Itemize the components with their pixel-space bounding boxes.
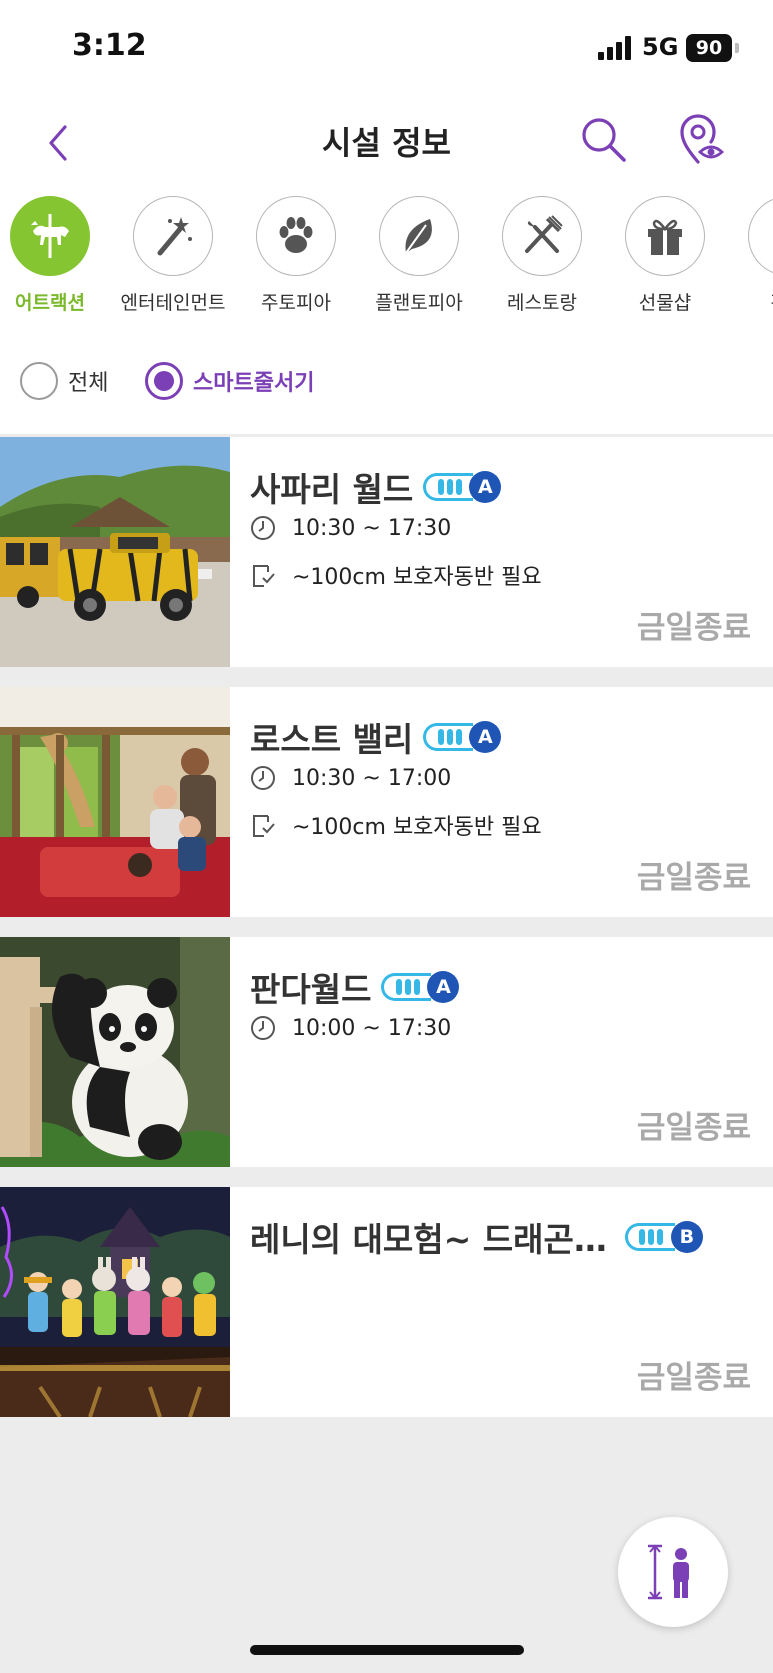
- smart-queue-badge: A: [423, 471, 502, 503]
- category-label: 주토피아: [261, 292, 331, 314]
- clock-icon: [251, 1016, 275, 1040]
- search-button[interactable]: [578, 114, 630, 166]
- requirement-row: ~100cm 보호자동반 필요: [250, 809, 542, 841]
- smart-queue-badge: A: [423, 721, 502, 753]
- status-text: 금일종료: [636, 610, 751, 646]
- battery-icon: 90: [686, 34, 732, 62]
- status-text: 금일종료: [636, 1360, 751, 1396]
- radio-button: [145, 362, 183, 400]
- facility-card[interactable]: 레니의 대모험~ 드래곤… B 금일종료: [0, 1187, 773, 1417]
- radio-label: 전체: [68, 371, 109, 396]
- category-label: 레스토랑: [507, 292, 577, 314]
- status-time: 3:12: [72, 28, 147, 63]
- category-gift-shop[interactable]: 선물샵: [605, 196, 725, 315]
- facility-title-row: 로스트 밸리 A: [250, 713, 502, 761]
- facility-name: 로스트 밸리: [250, 720, 414, 759]
- facility-card[interactable]: 판다월드 A 10:00 ~ 17:30 금일종료: [0, 937, 773, 1167]
- status-text: 금일종료: [636, 860, 751, 896]
- filter-row: 전체 스마트줄서기: [0, 330, 773, 434]
- category-zootopia[interactable]: 주토피아: [236, 196, 356, 315]
- category-plantopia[interactable]: 플랜토피아: [359, 196, 479, 315]
- gift-icon: [625, 196, 705, 276]
- signal-icon: [598, 36, 634, 60]
- badge-grade: A: [469, 471, 502, 503]
- page-title: 시설 정보: [322, 124, 451, 162]
- category-attraction[interactable]: 어트랙션: [0, 196, 110, 315]
- battery-tip: [735, 43, 739, 53]
- facility-name: 레니의 대모험~ 드래곤…: [250, 1220, 607, 1259]
- status-text: 금일종료: [636, 1110, 751, 1146]
- operating-hours: 10:30 ~ 17:00: [292, 765, 452, 791]
- facility-image: [0, 1187, 230, 1417]
- facility-card[interactable]: 사파리 월드 A 10:30 ~ 17:30 ~100cm 보호자동반 필요 금…: [0, 437, 773, 667]
- map-location-button[interactable]: [676, 112, 728, 168]
- badge-grade: A: [427, 971, 460, 1003]
- facility-name: 판다월드: [250, 970, 372, 1009]
- height-check-button[interactable]: [618, 1517, 728, 1627]
- category-label: 엔터테인먼트: [120, 292, 226, 314]
- facility-image: [0, 687, 230, 917]
- radio-label: 스마트줄서기: [193, 371, 315, 396]
- facility-image: [0, 937, 230, 1167]
- badge-grade: A: [469, 721, 502, 753]
- home-indicator: [250, 1645, 524, 1655]
- operating-hours: 10:30 ~ 17:30: [292, 515, 452, 541]
- network-label: 5G: [642, 33, 679, 61]
- requirement-row: ~100cm 보호자동반 필요: [250, 559, 542, 591]
- badge-grade: B: [670, 1221, 703, 1253]
- checklist-icon: [253, 565, 275, 587]
- convenience-icon: [748, 196, 773, 276]
- queue-icon: [624, 1223, 675, 1251]
- facility-title-row: 레니의 대모험~ 드래곤… B: [250, 1213, 703, 1261]
- hours-row: 10:30 ~ 17:30: [250, 515, 451, 541]
- filter-smart-queue-radio[interactable]: 스마트줄서기: [145, 362, 314, 400]
- chevron-left-icon: [49, 125, 67, 161]
- clock-icon: [251, 516, 275, 540]
- category-label: 어트랙션: [15, 292, 85, 314]
- category-label: 선물샵: [638, 292, 692, 314]
- category-label: 편의: [728, 288, 773, 315]
- category-convenience[interactable]: 편의: [728, 196, 773, 315]
- category-restaurant[interactable]: 레스토랑: [482, 196, 602, 315]
- hours-row: 10:30 ~ 17:00: [250, 765, 451, 791]
- facility-title-row: 판다월드 A: [250, 963, 460, 1011]
- magic-wand-icon: [133, 196, 213, 276]
- height-measure-icon: [648, 1544, 689, 1600]
- queue-icon: [381, 973, 432, 1001]
- queue-icon: [423, 473, 474, 501]
- filter-all-radio[interactable]: 전체: [20, 362, 108, 400]
- operating-hours: 10:00 ~ 17:30: [292, 1015, 452, 1041]
- radio-button: [20, 362, 58, 400]
- clock-icon: [251, 766, 275, 790]
- facility-title-row: 사파리 월드 A: [250, 463, 502, 511]
- queue-icon: [423, 723, 474, 751]
- category-label: 플랜토피아: [375, 292, 463, 314]
- facility-image: [0, 437, 230, 667]
- paw-icon: [256, 196, 336, 276]
- smart-queue-badge: A: [381, 971, 460, 1003]
- category-tabs: 어트랙션 엔터테인먼트 주토피아 플랜토피아 레스토랑 선물샵 편의: [0, 190, 773, 330]
- search-icon: [582, 118, 626, 162]
- facility-name: 사파리 월드: [250, 470, 414, 509]
- nav-bar: 시설 정보: [0, 100, 773, 190]
- status-bar: 3:12 5G 90: [0, 0, 773, 100]
- category-entertainment[interactable]: 엔터테인먼트: [113, 196, 233, 315]
- requirement-text: ~100cm 보호자동반 필요: [292, 815, 542, 840]
- facility-card[interactable]: 로스트 밸리 A 10:30 ~ 17:00 ~100cm 보호자동반 필요 금…: [0, 687, 773, 917]
- requirement-text: ~100cm 보호자동반 필요: [292, 565, 542, 590]
- checklist-icon: [253, 815, 275, 837]
- back-button[interactable]: [38, 118, 78, 168]
- leaf-icon: [379, 196, 459, 276]
- map-pin-eye-icon: [680, 114, 725, 164]
- hours-row: 10:00 ~ 17:30: [250, 1015, 451, 1041]
- carousel-horse-icon: [10, 196, 90, 276]
- smart-queue-badge: B: [624, 1221, 703, 1253]
- fork-knife-icon: [502, 196, 582, 276]
